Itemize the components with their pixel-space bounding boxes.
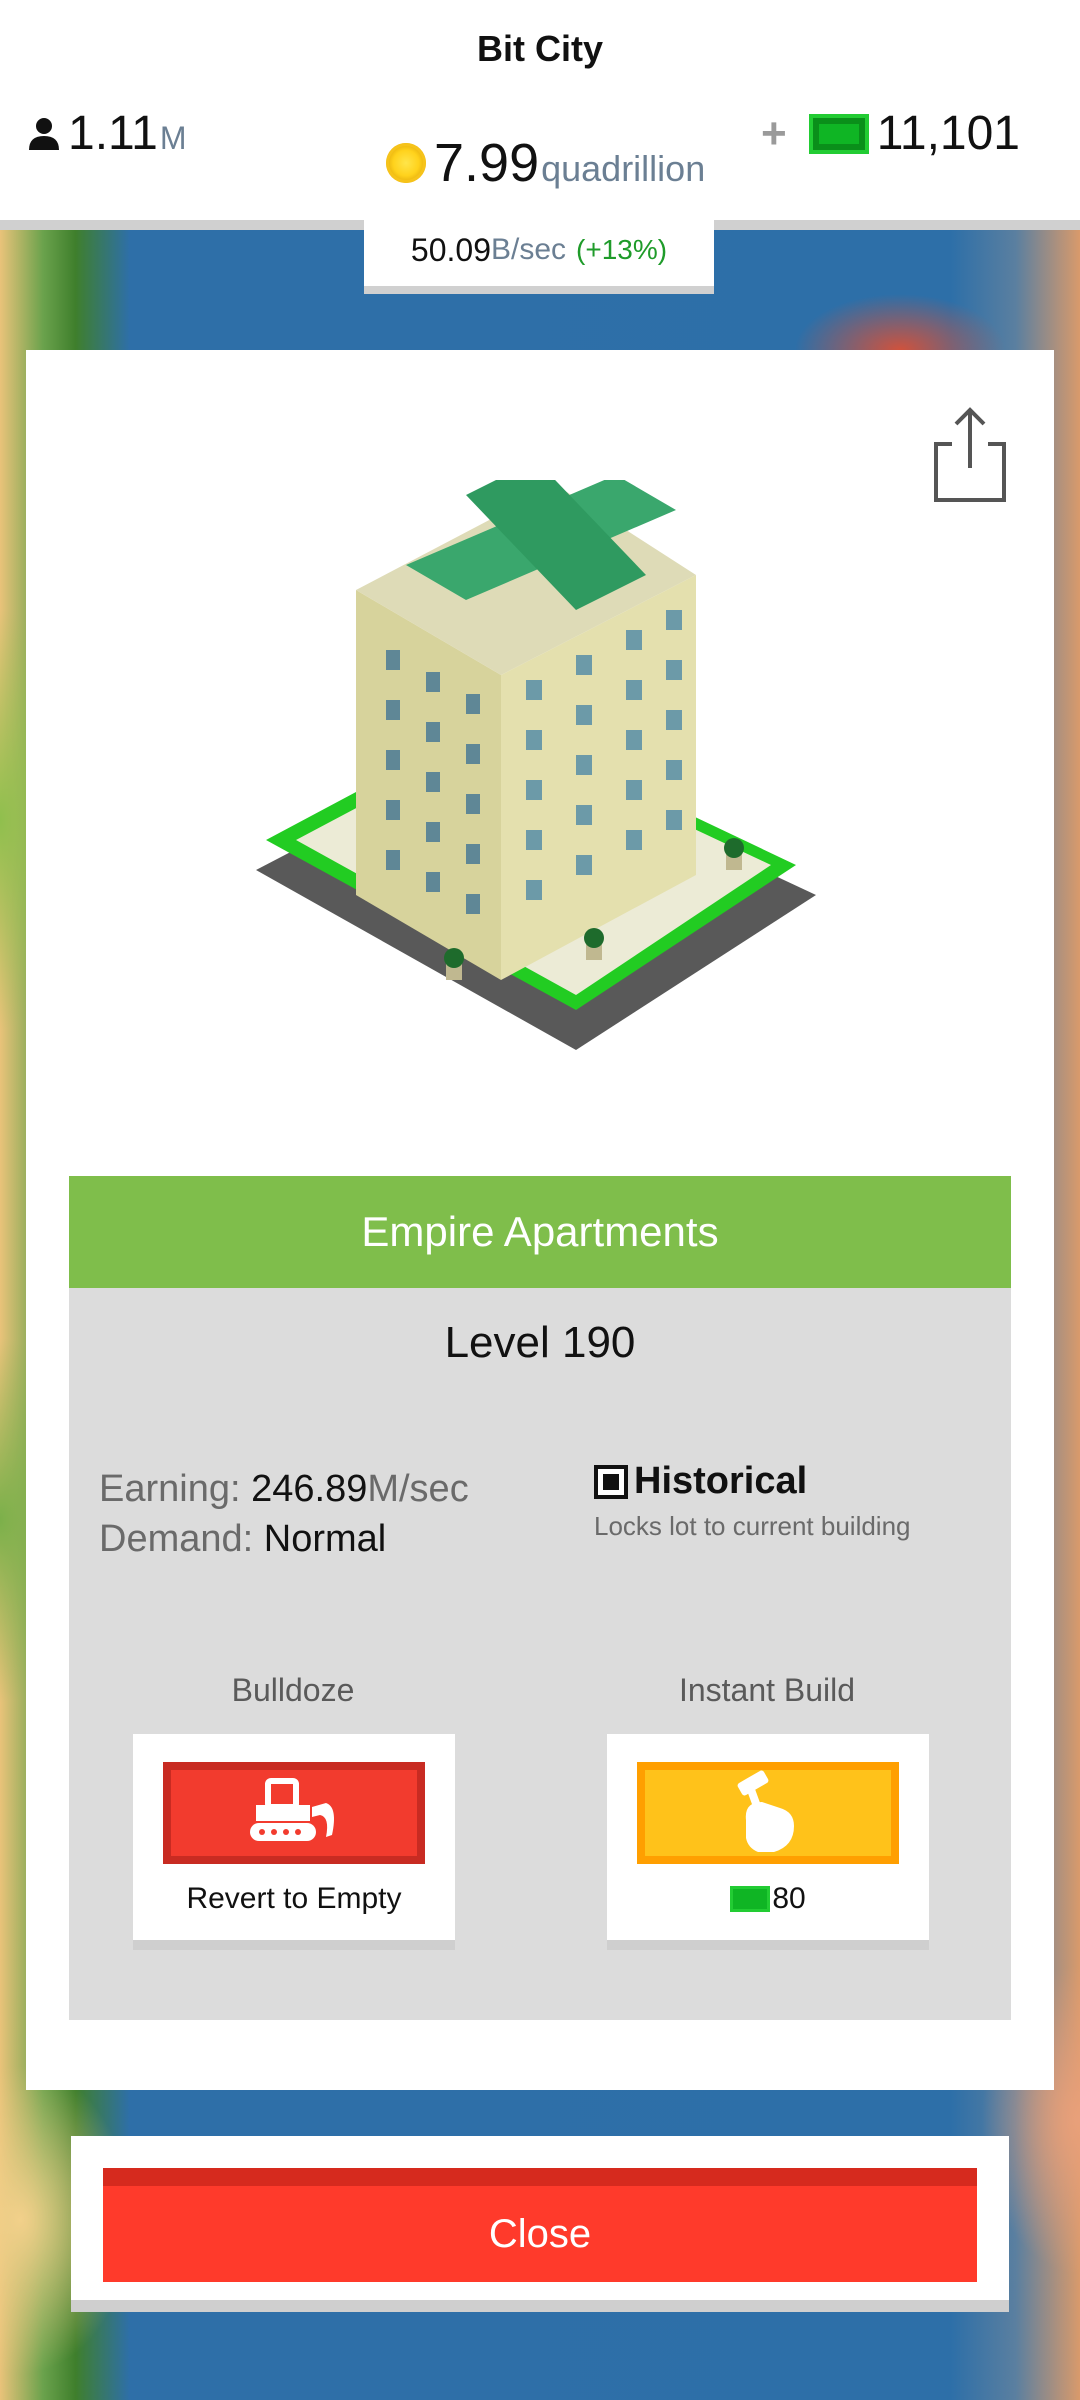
money-unit: quadrillion: [541, 148, 706, 189]
building-level: Level 190: [444, 1318, 636, 1367]
bulldoze-text: Revert to Empty: [186, 1882, 402, 1915]
rate-unit: B/sec: [491, 233, 567, 266]
instant-cost-value: 80: [772, 1882, 806, 1915]
instant-build-button[interactable]: [637, 1762, 899, 1864]
historical-toggle[interactable]: Historical Locks lot to current building: [594, 1460, 911, 1542]
bulldoze-button[interactable]: [163, 1762, 425, 1864]
population-unit: M: [159, 120, 187, 156]
instant-build-card[interactable]: 80: [607, 1734, 929, 1950]
money-counter[interactable]: 7.99 quadrillion: [386, 132, 705, 194]
bucks-counter[interactable]: + 11,101: [761, 106, 1020, 161]
hammer-hand-icon: [737, 1770, 794, 1852]
earning-label: Earning:: [99, 1468, 241, 1510]
earning-unit: M/sec: [367, 1468, 469, 1510]
close-container: Close: [71, 2136, 1009, 2312]
app-title: Bit City: [477, 28, 603, 69]
demand-row: Demand: Normal: [99, 1514, 469, 1564]
top-hud: Bit City 1.11 M 7.99 quadrillion + 11,10…: [0, 0, 1080, 230]
share-icon[interactable]: [932, 404, 1008, 504]
population-value: 1.11: [68, 107, 158, 160]
close-button[interactable]: Close: [103, 2168, 977, 2282]
population-counter[interactable]: 1.11 M: [26, 106, 187, 161]
add-bucks-button[interactable]: +: [761, 109, 787, 159]
coin-icon: [386, 143, 426, 183]
building-info: Level 190 Earning: 246.89M/sec Demand: N…: [69, 1288, 1011, 2020]
green-bill-icon: [808, 113, 869, 154]
person-icon: [29, 117, 59, 150]
instant-build-label: Instant Build: [678, 1672, 856, 1708]
income-rate: 50.09 B/sec (+13%): [364, 214, 714, 294]
building-panel: Empire Apartments Level 190 Earning: 246…: [26, 350, 1054, 2090]
checkbox-icon[interactable]: [594, 1464, 628, 1499]
historical-description: Locks lot to current building: [594, 1511, 911, 1541]
earning-row: Earning: 246.89M/sec: [99, 1464, 469, 1514]
building-image: [256, 480, 816, 1050]
historical-label: Historical: [634, 1460, 808, 1502]
green-bill-icon: [730, 1886, 771, 1912]
rate-percent: (+13%): [576, 234, 668, 265]
demand-label: Demand:: [99, 1518, 254, 1560]
earning-value: 246.89: [251, 1468, 368, 1510]
building-name-bar: Empire Apartments: [69, 1176, 1011, 1288]
bucks-value: 11,101: [876, 107, 1020, 160]
bulldoze-card[interactable]: Revert to Empty: [133, 1734, 455, 1950]
bulldozer-icon: [250, 1778, 334, 1841]
demand-value: Normal: [263, 1518, 387, 1560]
instant-build-cost: 80: [607, 1882, 929, 1916]
bulldoze-label: Bulldoze: [231, 1672, 355, 1708]
building-stats: Earning: 246.89M/sec Demand: Normal: [99, 1464, 469, 1564]
rate-value: 50.09: [410, 231, 491, 268]
money-value: 7.99: [434, 133, 540, 193]
